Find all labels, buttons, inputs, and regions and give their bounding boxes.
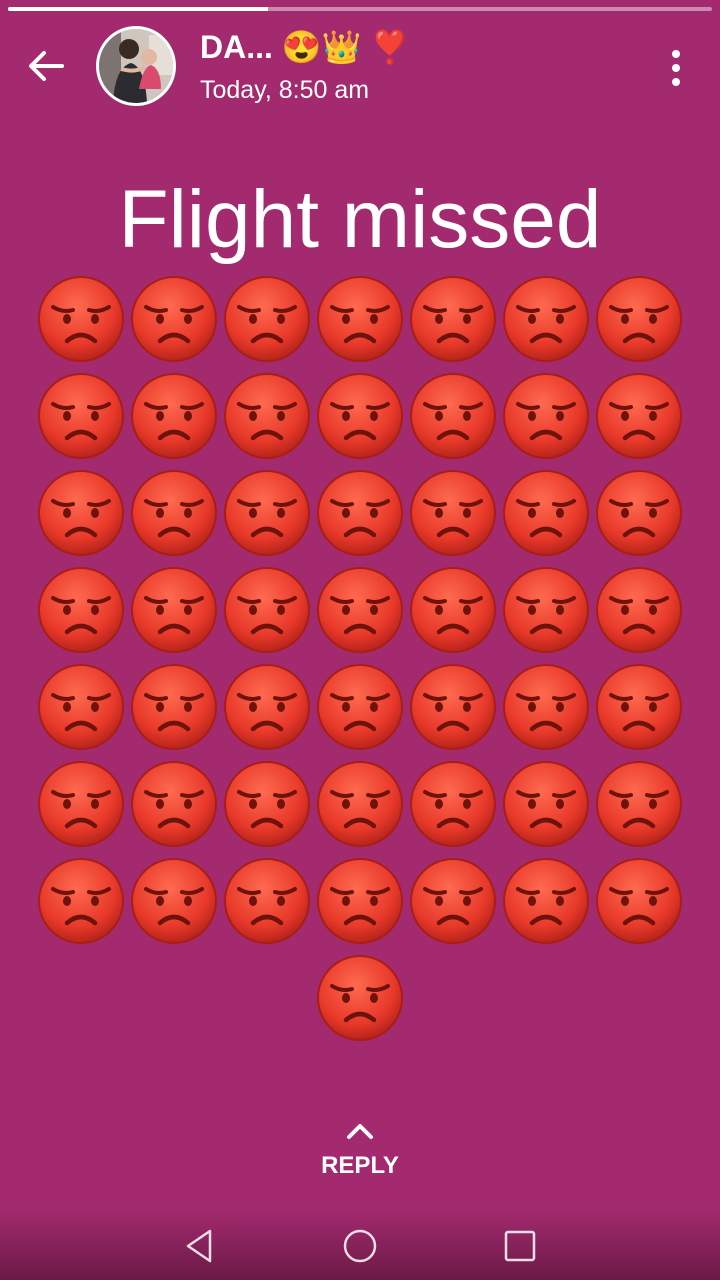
- pouting-face-emoji: [407, 367, 500, 464]
- story-progress-bar: [8, 7, 712, 11]
- system-navigation-bar: [0, 1208, 720, 1280]
- nav-back-button[interactable]: [180, 1226, 220, 1266]
- more-vert-icon: [672, 50, 680, 86]
- pouting-face-emoji: [220, 852, 313, 949]
- pouting-face-emoji: [127, 464, 220, 561]
- pouting-face-emoji: [500, 755, 593, 852]
- pouting-face-emoji: [593, 367, 686, 464]
- story-progress-fill: [8, 7, 269, 11]
- chevron-up-icon: [347, 1124, 373, 1139]
- pouting-face-emoji: [220, 561, 313, 658]
- reply-button[interactable]: REPLY: [300, 1120, 420, 1192]
- story-caption: Flight missed: [118, 174, 602, 265]
- pouting-face-emoji: [220, 367, 313, 464]
- pouting-face-emoji: [407, 852, 500, 949]
- pouting-face-emoji: [34, 658, 127, 755]
- profile-photo: [99, 29, 173, 103]
- pouting-face-emoji: [34, 561, 127, 658]
- pouting-face-emoji: [34, 755, 127, 852]
- pouting-face-emoji: [313, 270, 406, 367]
- pouting-face-emoji: [127, 561, 220, 658]
- pouting-face-emoji: [593, 464, 686, 561]
- pouting-face-emoji: [593, 755, 686, 852]
- pouting-face-emoji: [500, 658, 593, 755]
- pouting-face-emoji: [313, 464, 406, 561]
- story-header: DA... 😍👑 ❣️ Today, 8:50 am: [0, 20, 720, 116]
- pouting-face-emoji: [313, 852, 406, 949]
- more-options-button[interactable]: [660, 46, 692, 90]
- pouting-face-emoji: [593, 852, 686, 949]
- back-triangle-icon: [186, 1229, 212, 1263]
- nav-home-button[interactable]: [340, 1226, 380, 1266]
- avatar[interactable]: [96, 26, 176, 106]
- reply-label: REPLY: [321, 1152, 399, 1179]
- pouting-face-emoji: [127, 658, 220, 755]
- pouting-face-emoji: [407, 270, 500, 367]
- arrow-left-icon: [29, 51, 64, 81]
- pouting-face-emoji: [593, 658, 686, 755]
- pouting-face-emoji: [407, 464, 500, 561]
- pouting-face-emoji: [220, 270, 313, 367]
- pouting-face-emoji: [34, 367, 127, 464]
- pouting-face-emoji: [313, 561, 406, 658]
- pouting-face-emoji: [220, 464, 313, 561]
- pouting-face-emoji: [500, 852, 593, 949]
- pouting-face-emoji: [593, 270, 686, 367]
- pouting-face-emoji: [407, 658, 500, 755]
- story-timestamp: Today, 8:50 am: [200, 76, 370, 104]
- pouting-face-emoji: [500, 464, 593, 561]
- pouting-face-emoji: [127, 270, 220, 367]
- pouting-face-emoji: [407, 755, 500, 852]
- nav-recents-button[interactable]: [500, 1226, 540, 1266]
- pouting-face-emoji: [593, 561, 686, 658]
- emoji-grid: [34, 270, 686, 1046]
- pouting-face-emoji: [407, 561, 500, 658]
- pouting-face-emoji: [127, 367, 220, 464]
- back-button[interactable]: [24, 44, 68, 88]
- pouting-face-emoji: [500, 561, 593, 658]
- pouting-face-emoji: [34, 464, 127, 561]
- pouting-face-emoji: [127, 852, 220, 949]
- pouting-face-emoji: [313, 949, 406, 1046]
- contact-name[interactable]: DA... 😍👑 ❣️: [200, 28, 410, 66]
- pouting-face-emoji: [220, 658, 313, 755]
- pouting-face-emoji: [34, 852, 127, 949]
- pouting-face-emoji: [500, 367, 593, 464]
- pouting-face-emoji: [313, 658, 406, 755]
- recents-square-icon: [504, 1230, 536, 1262]
- pouting-face-emoji: [313, 367, 406, 464]
- pouting-face-emoji: [313, 755, 406, 852]
- pouting-face-emoji: [500, 270, 593, 367]
- home-circle-icon: [343, 1229, 377, 1263]
- pouting-face-emoji: [34, 270, 127, 367]
- pouting-face-emoji: [127, 755, 220, 852]
- pouting-face-emoji: [220, 755, 313, 852]
